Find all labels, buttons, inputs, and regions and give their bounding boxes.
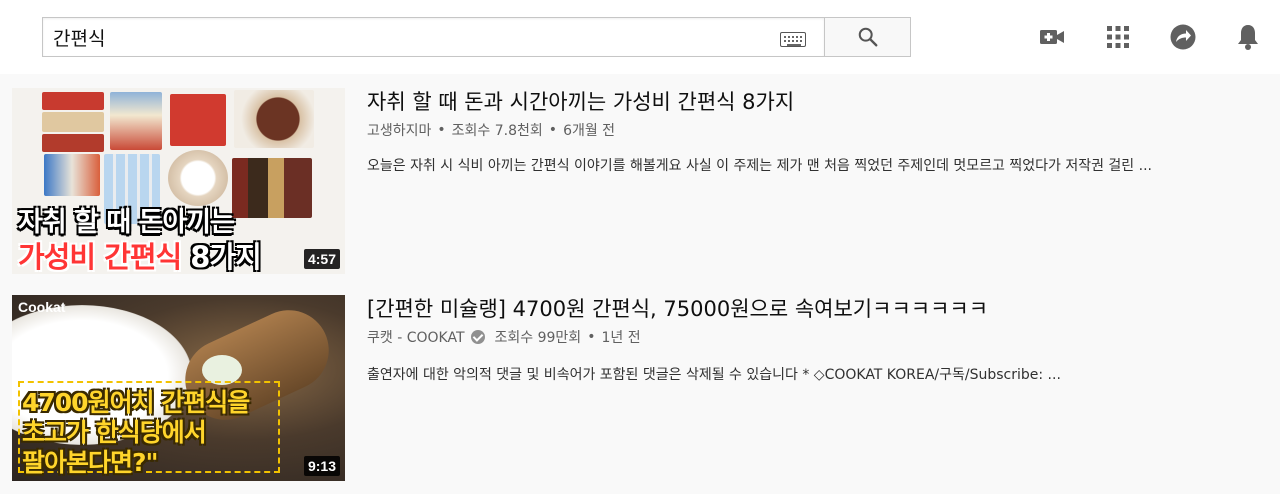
video-info: 자취 할 때 돈과 시간아끼는 가성비 간편식 8가지 고생하지마 • 조회수 … xyxy=(367,88,1257,178)
upload-age: 1년 전 xyxy=(601,330,641,346)
create-video-icon[interactable] xyxy=(1035,20,1069,54)
video-result[interactable]: Cookat 4700원어치 간편식을 초고가 한식당에서 팔아본다면?" 9:… xyxy=(12,295,1272,481)
separator-dot: • xyxy=(548,122,558,138)
video-thumbnail[interactable]: Cookat 4700원어치 간편식을 초고가 한식당에서 팔아본다면?" 9:… xyxy=(12,295,345,481)
separator-dot: • xyxy=(437,122,446,138)
separator-dot: • xyxy=(587,329,596,345)
video-thumbnail[interactable]: 자취 할 때 돈아끼는 가성비 간편식 8가지 4:57 xyxy=(12,88,345,274)
video-meta: 쿠캣 - COOKAT 조회수 99만회 • 1년 전 xyxy=(367,327,1257,347)
video-meta: 고생하지마 • 조회수 7.8천회 • 6개월 전 xyxy=(367,120,1257,140)
upload-age: 6개월 전 xyxy=(563,123,616,139)
duration-badge: 4:57 xyxy=(303,249,340,269)
thumbnail-caption-line2: 가성비 간편식 8가지 xyxy=(18,234,262,274)
view-count: 조회수 7.8천회 xyxy=(451,123,543,139)
search-query-text: 간편식 xyxy=(53,27,106,50)
video-info: [간편한 미슐랭] 4700원 간편식, 75000원으로 속여보기ㅋㅋㅋㅋㅋㅋ… xyxy=(367,295,1257,387)
search-button[interactable] xyxy=(824,17,911,57)
thumbnail-channel-logo: Cookat xyxy=(18,299,66,315)
search-icon xyxy=(858,27,877,47)
thumbnail-caption-line3: 팔아본다면?" xyxy=(22,448,159,477)
apps-grid-icon[interactable] xyxy=(1101,20,1135,54)
keyboard-icon[interactable] xyxy=(780,32,806,47)
video-description: 출연자에 대한 악의적 댓글 및 비속어가 포함된 댓글은 삭제될 수 있습니다… xyxy=(367,367,1061,383)
share-icon[interactable] xyxy=(1166,20,1200,54)
notifications-bell-icon[interactable] xyxy=(1231,20,1265,54)
duration-badge: 9:13 xyxy=(303,456,340,476)
video-result[interactable]: 자취 할 때 돈아끼는 가성비 간편식 8가지 4:57 자취 할 때 돈과 시… xyxy=(12,88,1272,274)
masthead: 간편식 xyxy=(0,0,1280,74)
channel-name[interactable]: 쿠캣 - COOKAT xyxy=(367,327,465,347)
video-title[interactable]: 자취 할 때 돈과 시간아끼는 가성비 간편식 8가지 xyxy=(367,88,1257,116)
search-bar: 간편식 xyxy=(42,17,911,57)
view-count: 조회수 99만회 xyxy=(494,330,582,346)
verified-check-icon xyxy=(470,330,485,344)
video-description: 오늘은 자취 시 식비 아끼는 간편식 이야기를 해볼게요 사실 이 주제는 제… xyxy=(367,158,1152,174)
search-input[interactable]: 간편식 xyxy=(42,17,824,57)
video-title[interactable]: [간편한 미슐랭] 4700원 간편식, 75000원으로 속여보기ㅋㅋㅋㅋㅋㅋ xyxy=(367,295,1257,323)
channel-name[interactable]: 고생하지마 xyxy=(367,120,431,140)
thumbnail-caption-white: 8가지 xyxy=(190,240,262,274)
thumbnail-caption-red: 가성비 간편식 xyxy=(18,240,182,274)
